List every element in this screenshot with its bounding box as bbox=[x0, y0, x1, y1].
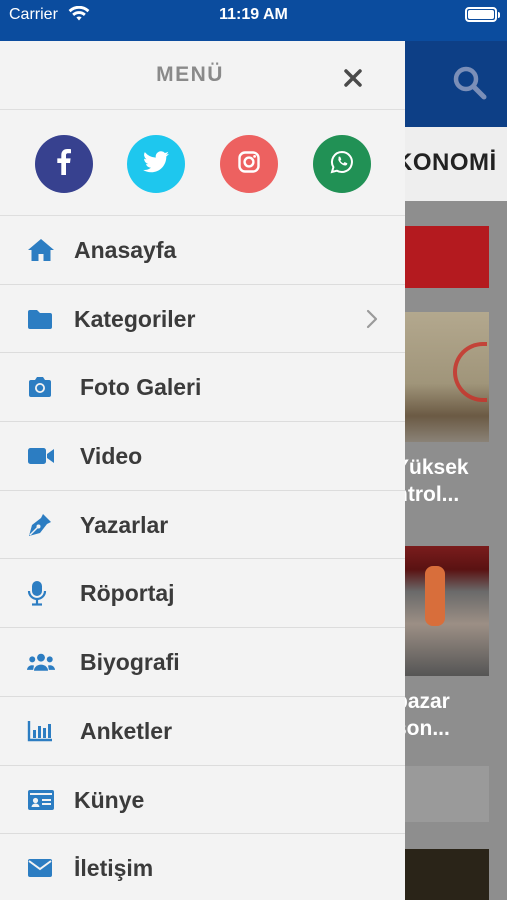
news-headline[interactable]: Yüksek bbox=[395, 454, 469, 481]
search-icon[interactable] bbox=[452, 65, 488, 106]
home-icon bbox=[27, 238, 55, 262]
menu-item-label: Biyografi bbox=[80, 649, 180, 676]
facebook-icon bbox=[57, 148, 71, 180]
instagram-icon bbox=[238, 150, 260, 178]
menu-item-roportaj[interactable]: Röportaj bbox=[0, 559, 405, 629]
twitter-button[interactable] bbox=[127, 135, 185, 193]
menu-item-label: Video bbox=[80, 443, 143, 470]
twitter-icon bbox=[143, 150, 169, 178]
chevron-right-icon bbox=[366, 309, 378, 334]
instagram-button[interactable] bbox=[220, 135, 278, 193]
facebook-button[interactable] bbox=[35, 135, 93, 193]
menu-item-label: Künye bbox=[74, 786, 145, 813]
whatsapp-button[interactable] bbox=[313, 135, 371, 193]
menu-item-kategoriler[interactable]: Kategoriler bbox=[0, 285, 405, 354]
social-links bbox=[0, 111, 405, 216]
menu-item-yazarlar[interactable]: Yazarlar bbox=[0, 491, 405, 560]
pen-nib-icon bbox=[27, 513, 55, 537]
close-icon[interactable] bbox=[340, 65, 366, 91]
menu-item-label: Anketler bbox=[80, 717, 173, 744]
menu-item-kunye[interactable]: Künye bbox=[0, 766, 405, 835]
menu-item-anasayfa[interactable]: Anasayfa bbox=[0, 216, 405, 285]
menu-title: MENÜ bbox=[156, 63, 224, 86]
news-image[interactable] bbox=[395, 312, 489, 442]
news-image[interactable] bbox=[395, 849, 489, 900]
whatsapp-icon bbox=[330, 150, 354, 179]
id-card-icon bbox=[27, 788, 55, 812]
menu-item-video[interactable]: Video bbox=[0, 422, 405, 491]
folder-icon bbox=[27, 307, 55, 331]
menu-item-biyografi[interactable]: Biyografi bbox=[0, 628, 405, 697]
status-bar: Carrier 11:19 AM bbox=[0, 0, 507, 41]
breaking-news-banner[interactable] bbox=[395, 226, 489, 288]
envelope-icon bbox=[27, 856, 55, 880]
side-menu: MENÜ Anasayfa Kategoriler Foto Galeri Vi… bbox=[0, 41, 405, 900]
menu-item-label: Yazarlar bbox=[80, 511, 169, 538]
menu-item-label: Anasayfa bbox=[74, 237, 177, 263]
menu-item-iletisim[interactable]: İletişim bbox=[0, 834, 405, 900]
tab-ekonomi[interactable]: KONOMİ bbox=[395, 149, 497, 177]
menu-items: Anasayfa Kategoriler Foto Galeri Video Y… bbox=[0, 216, 405, 900]
ad-placeholder bbox=[395, 766, 489, 822]
menu-item-label: Kategoriler bbox=[74, 305, 196, 332]
menu-header: MENÜ bbox=[0, 41, 405, 110]
news-image[interactable] bbox=[395, 546, 489, 676]
clock: 11:19 AM bbox=[219, 6, 288, 23]
menu-item-anketler[interactable]: Anketler bbox=[0, 697, 405, 766]
menu-item-foto-galeri[interactable]: Foto Galeri bbox=[0, 353, 405, 423]
menu-item-label: Foto Galeri bbox=[80, 374, 202, 401]
bar-chart-icon bbox=[27, 719, 55, 743]
battery-icon bbox=[465, 7, 500, 22]
users-icon bbox=[27, 650, 55, 674]
menu-item-label: Röportaj bbox=[80, 580, 175, 607]
video-icon bbox=[27, 444, 55, 468]
microphone-icon bbox=[27, 581, 55, 607]
menu-item-label: İletişim bbox=[74, 855, 154, 882]
camera-icon bbox=[27, 375, 55, 399]
